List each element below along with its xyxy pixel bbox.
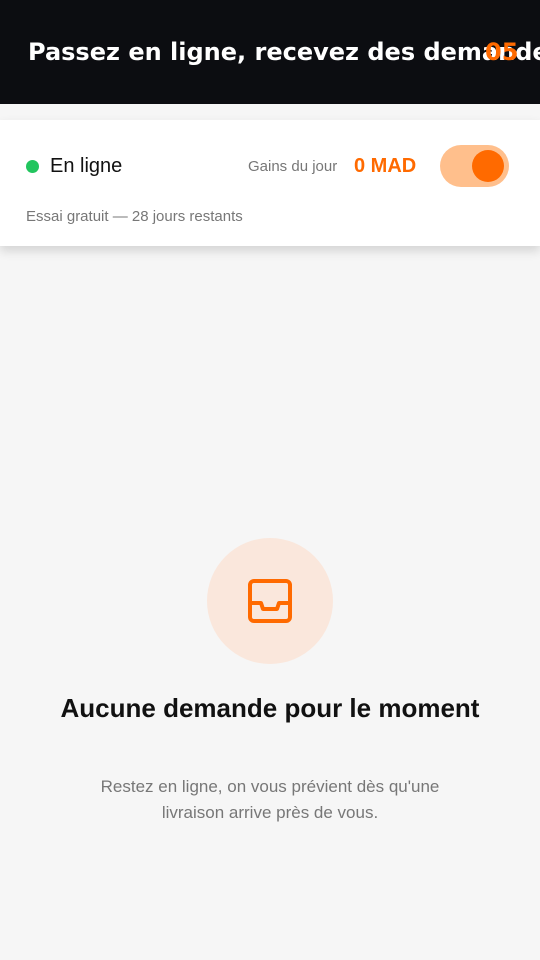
- trial-status-text: Essai gratuit — 28 jours restants: [26, 208, 243, 225]
- online-status-label: En ligne: [50, 155, 123, 177]
- online-status-dot: [26, 160, 39, 173]
- daily-earnings-value: 0 MAD: [354, 155, 417, 177]
- online-toggle[interactable]: [440, 145, 509, 187]
- banner-counter: 05: [485, 38, 519, 66]
- announcement-banner: Passez en ligne, recevez des demandes 05: [0, 0, 540, 104]
- status-card: En ligne Gains du jour 0 MAD Essai gratu…: [0, 120, 540, 246]
- empty-state-title: Aucune demande pour le moment: [60, 693, 480, 723]
- daily-earnings-label: Gains du jour: [248, 158, 338, 175]
- empty-state-icon-badge: [207, 538, 333, 664]
- inbox-icon: [248, 579, 292, 623]
- banner-marquee-text: Passez en ligne, recevez des demandes: [28, 38, 540, 66]
- online-toggle-knob: [472, 150, 504, 182]
- empty-state-description: Restez en ligne, on vous prévient dès qu…: [100, 777, 440, 822]
